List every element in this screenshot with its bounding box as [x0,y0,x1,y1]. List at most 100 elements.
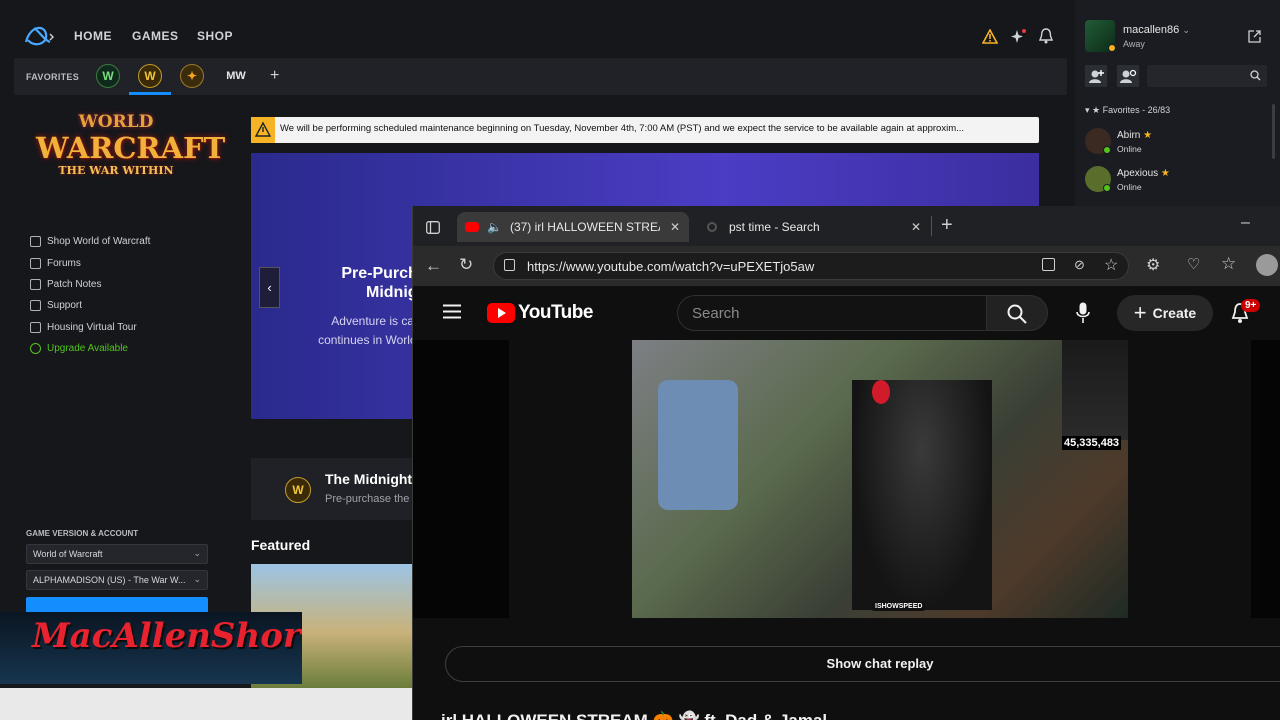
friend-name[interactable]: Abirn [1117,130,1140,141]
minimize-button[interactable]: – [1241,214,1250,232]
tracking-prevention-icon[interactable]: ⊘ [1074,257,1085,273]
microphone-icon[interactable] [1076,302,1090,324]
banner-text: We will be performing scheduled maintena… [280,123,965,134]
version-label: GAME VERSION & ACCOUNT [26,529,139,538]
tab-actions-icon[interactable] [426,221,440,234]
stream-watermark: ISHOWSPEED [872,602,926,611]
popout-icon[interactable] [1248,30,1261,43]
star-icon: ★ [1160,168,1170,179]
support-link[interactable]: Support [30,300,82,311]
letterbox-right [1251,340,1280,618]
news-subtitle: Pre-purchase the [325,493,410,505]
browser-essentials-icon[interactable]: ♡ [1187,255,1200,273]
create-label: Create [1152,305,1197,321]
link-label: Shop World of Warcraft [47,236,151,247]
support-icon [30,300,41,311]
chevron-down-icon[interactable]: ⌄ [1182,25,1190,35]
cart-icon [30,236,41,247]
wow-icon[interactable]: W [138,64,162,88]
friend-status: Online [1117,144,1142,154]
url-field[interactable]: https://www.youtube.com/watch?v=uPEXETjo… [493,252,1129,280]
speaker-icon[interactable]: 🔈 [487,220,502,234]
housing-tour-link[interactable]: Housing Virtual Tour [30,322,137,333]
forum-icon [30,258,41,269]
upgrade-link[interactable]: Upgrade Available [30,343,128,354]
mw-icon[interactable]: MW [222,64,250,88]
close-icon[interactable]: ✕ [670,220,680,234]
search-button[interactable] [986,295,1048,331]
play-button[interactable] [26,597,208,613]
document-icon [30,279,41,290]
battlenet-logo-icon[interactable] [22,22,56,50]
maintenance-banner: We will be performing scheduled maintena… [251,117,1039,143]
username[interactable]: macallen86 [1123,24,1179,36]
link-label: Housing Virtual Tour [47,322,137,333]
tab-youtube[interactable]: 🔈 (37) irl HALLOWEEN STREAM ✕ [457,212,689,242]
logo-line3: THE WAR WITHIN [58,164,174,177]
patch-notes-link[interactable]: Patch Notes [30,279,101,290]
link-label: Forums [47,258,81,269]
hearthstone-icon[interactable]: ✦ [180,64,204,88]
lock-icon[interactable] [504,259,515,271]
link-label: Patch Notes [47,279,102,290]
tab-search[interactable]: pst time - Search ✕ [703,212,925,242]
account-select[interactable]: ALPHAMADISON (US) - The War W... ⌄ [26,570,208,590]
wow-icon: W [285,477,311,503]
shop-wow-link[interactable]: Shop World of Warcraft [30,236,150,247]
wow-selected-indicator [129,92,171,95]
forums-link[interactable]: Forums [30,258,81,269]
bell-icon[interactable] [1039,28,1053,44]
game-version-select[interactable]: World of Warcraft ⌄ [26,544,208,564]
nav-shop[interactable]: SHOP [197,29,233,43]
search-favicon-icon [707,222,717,232]
youtube-wordmark: YouTube [518,302,593,323]
macallenshorts-watermark: MacAllenShorts [0,612,302,684]
show-chat-replay-button[interactable]: Show chat replay [445,646,1280,682]
refresh-icon[interactable]: ↻ [459,255,473,275]
close-icon[interactable]: ✕ [911,220,921,234]
person-jeans [658,380,738,510]
youtube-logo[interactable]: YouTube [487,302,593,324]
promo-body-line1: Adventure is cal [331,314,417,328]
taskbar-strip [0,688,412,720]
new-tab-button[interactable]: + [941,214,953,237]
warning-icon[interactable] [982,29,998,44]
app-install-icon[interactable] [1042,258,1055,271]
nav-games[interactable]: GAMES [132,29,179,43]
logo-line2: WARCRAFT [36,131,226,165]
menu-icon[interactable] [443,304,461,319]
news-card[interactable]: W The Midnight Pre-purchase the [251,458,413,520]
friend-name[interactable]: Apexious [1117,168,1158,179]
wow-classic-icon[interactable]: W [96,64,120,88]
donation-counter: 45,335,483 [1062,436,1122,450]
favorites-group-header[interactable]: ▾ ★ Favorites - 26/83 [1085,105,1170,116]
search-input[interactable]: Search [677,295,987,331]
profile-avatar[interactable] [1256,254,1278,276]
create-button[interactable]: + Create [1117,295,1213,331]
carousel-prev-button[interactable]: ‹ [259,267,280,308]
video-player[interactable]: 45,335,483 ISHOWSPEED [632,340,1128,618]
search-icon [1007,304,1027,324]
add-friend-button[interactable] [1085,65,1107,87]
url-text: https://www.youtube.com/watch?v=uPEXETjo… [527,259,815,274]
youtube-play-icon [487,303,515,323]
manage-friends-button[interactable] [1117,65,1139,87]
scrollbar[interactable] [1272,104,1275,159]
youtube-header: YouTube Search + Create 9+ [413,286,1280,340]
online-status-dot [1103,146,1111,154]
favorites-bar: FAVORITES W W ✦ MW + [14,58,1067,95]
back-arrow-icon[interactable]: ← [425,256,442,276]
upgrade-icon [30,343,41,354]
tab-divider [931,216,932,236]
add-favorite-button[interactable]: + [270,67,279,85]
nav-home[interactable]: HOME [74,29,112,43]
chevron-down-icon: ⌄ [193,574,201,584]
friend-search-input[interactable] [1147,65,1267,87]
chat-overlay [1062,340,1128,440]
favorite-star-icon[interactable]: ☆ [1104,255,1118,275]
extensions-icon[interactable]: ⚙ [1146,255,1160,275]
favorites-icon[interactable]: ☆ [1221,254,1236,274]
sparkle-icon[interactable] [1011,28,1027,44]
link-label: Upgrade Available [47,343,128,354]
tab-title: (37) irl HALLOWEEN STREAM [509,220,660,234]
